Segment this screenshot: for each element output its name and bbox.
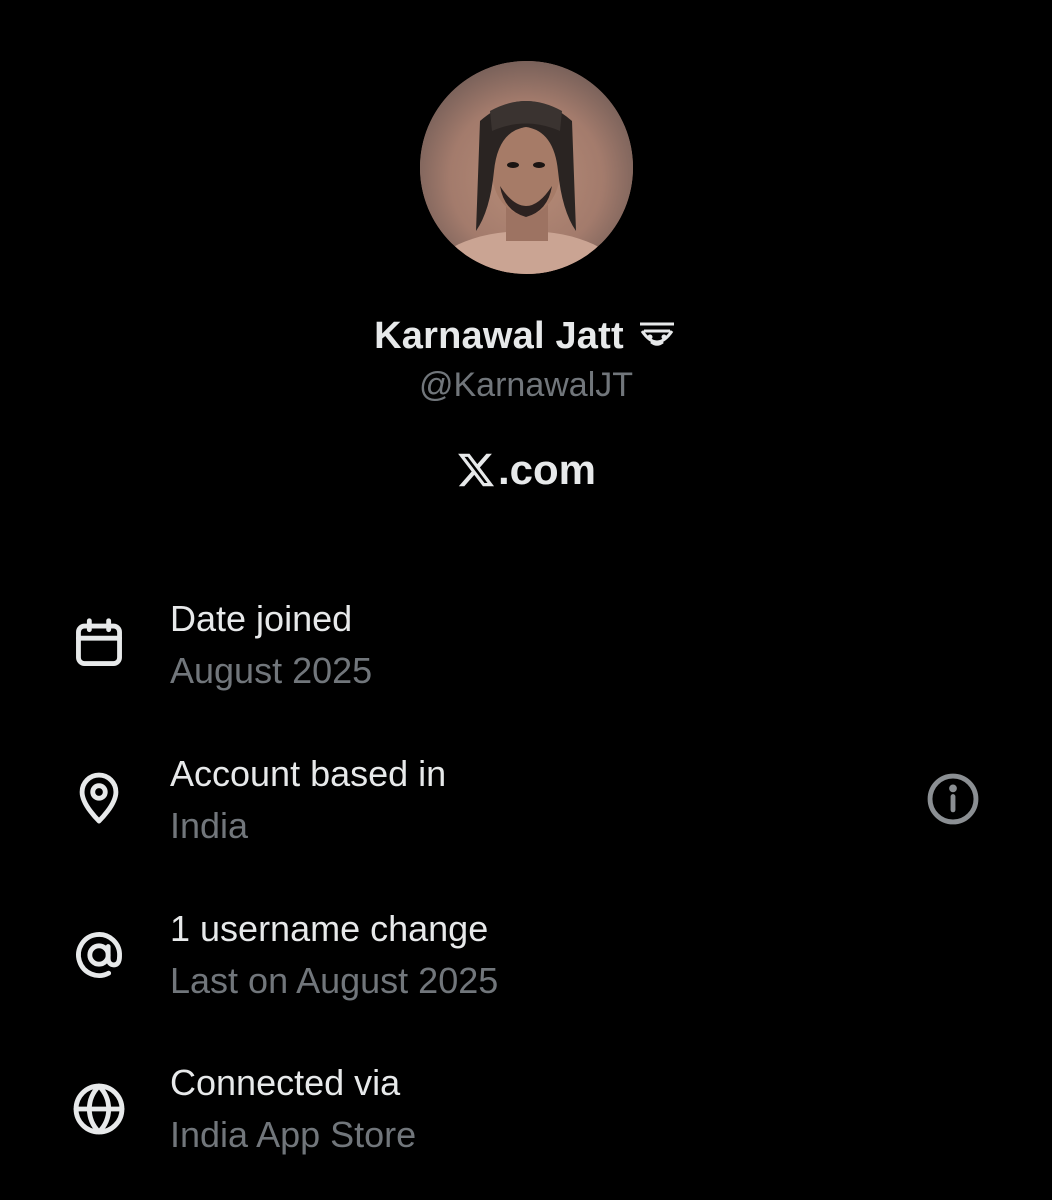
about-row-connected-via: Connected via India App Store bbox=[0, 1062, 1052, 1172]
profile-name-row: Karnawal Jatt bbox=[0, 308, 1052, 364]
calendar-icon bbox=[70, 614, 128, 672]
x-logo-icon bbox=[458, 453, 495, 487]
row-value: August 2025 bbox=[170, 650, 373, 691]
brand-domain-text: .com bbox=[497, 446, 597, 493]
about-row-username-change: 1 username change Last on August 2025 bbox=[0, 908, 1052, 1018]
profile-handle: @KarnawalJT bbox=[418, 366, 634, 404]
brand-row: .com bbox=[0, 440, 1052, 500]
info-icon[interactable] bbox=[924, 770, 982, 828]
row-title: 1 username change bbox=[170, 908, 489, 949]
about-row-date-joined: Date joined August 2025 bbox=[0, 598, 1052, 708]
location-pin-icon bbox=[70, 769, 128, 827]
avatar-image bbox=[420, 61, 633, 274]
row-value: India bbox=[170, 805, 249, 846]
about-row-account-based-in: Account based in India bbox=[0, 753, 1052, 863]
emoji-face-badge-icon bbox=[639, 322, 674, 346]
profile-avatar[interactable] bbox=[420, 61, 633, 274]
globe-icon bbox=[70, 1080, 128, 1138]
display-name: Karnawal Jatt bbox=[374, 314, 624, 357]
row-title: Account based in bbox=[170, 753, 447, 794]
at-sign-icon bbox=[70, 926, 128, 984]
row-value: Last on August 2025 bbox=[170, 960, 499, 1001]
row-title: Connected via bbox=[170, 1062, 401, 1103]
row-value: India App Store bbox=[170, 1114, 417, 1155]
row-title: Date joined bbox=[170, 598, 353, 639]
